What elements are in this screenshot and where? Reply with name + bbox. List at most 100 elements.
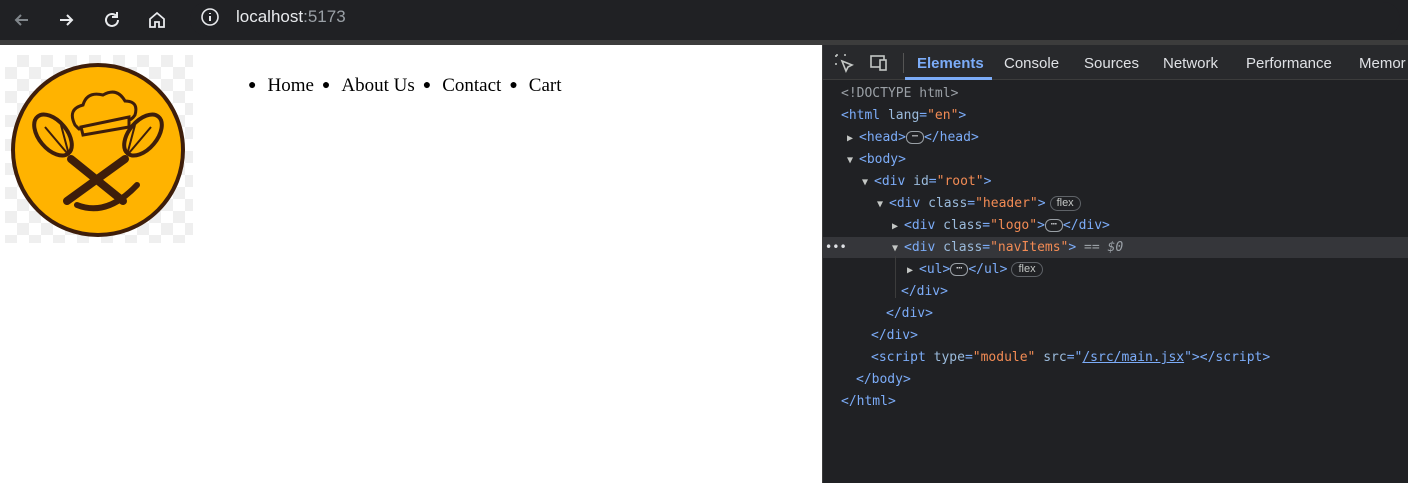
nav-label[interactable]: Contact bbox=[442, 75, 501, 97]
nav-item-contact[interactable]: ● Contact bbox=[423, 75, 502, 97]
collapsed-ellipsis[interactable]: ⋯ bbox=[950, 263, 969, 276]
dom-node-script[interactable]: <script type="module" src="/src/main.jsx… bbox=[823, 347, 1408, 368]
nav-label[interactable]: About Us bbox=[341, 75, 414, 97]
expand-triangle-icon[interactable]: ▶ bbox=[892, 216, 904, 237]
tag-name: script bbox=[1215, 350, 1263, 365]
bullet-icon: ● bbox=[248, 78, 257, 93]
dom-node-header[interactable]: ▼ <div class="header"> flex bbox=[823, 193, 1408, 214]
browser-toolbar: localhost:5173 bbox=[0, 0, 1408, 40]
tab-performance[interactable]: Performance bbox=[1246, 55, 1332, 72]
chef-whisk-logo-icon bbox=[11, 63, 185, 237]
collapsed-ellipsis[interactable]: ⋯ bbox=[905, 131, 924, 144]
dom-node-root-close[interactable]: </div> bbox=[823, 325, 1408, 346]
tag-name: body bbox=[871, 372, 903, 387]
tag-name: div bbox=[916, 284, 941, 299]
tag-name: div bbox=[881, 174, 906, 189]
tag-name: div bbox=[901, 306, 926, 321]
address-bar[interactable] bbox=[190, 2, 1400, 36]
tag-name: body bbox=[866, 152, 899, 167]
url-host: localhost bbox=[236, 7, 304, 26]
dom-node-navitems-close[interactable]: </div> bbox=[823, 281, 1408, 302]
nav-label[interactable]: Cart bbox=[529, 75, 562, 97]
attr-name: class bbox=[928, 196, 968, 211]
flex-badge[interactable]: flex bbox=[1049, 196, 1081, 211]
dom-node-root[interactable]: ▼ <div id="root"> bbox=[823, 171, 1408, 192]
tag-name: div bbox=[911, 218, 936, 233]
home-button[interactable] bbox=[143, 6, 171, 34]
flex-badge[interactable]: flex bbox=[1011, 262, 1043, 277]
logo bbox=[5, 55, 193, 243]
tag-name: script bbox=[878, 350, 926, 365]
indent-guide bbox=[895, 256, 896, 298]
attr-value: "logo" bbox=[990, 218, 1038, 233]
expand-triangle-icon[interactable]: ▶ bbox=[847, 128, 859, 149]
device-toolbar-icon[interactable] bbox=[867, 52, 889, 74]
tag-name: div bbox=[896, 196, 921, 211]
dom-node-head[interactable]: ▶ <head> ⋯ </head> bbox=[823, 127, 1408, 148]
selected-marker: == $0 bbox=[1084, 240, 1124, 255]
dom-node-html-close[interactable]: </html> bbox=[823, 391, 1408, 412]
tag-name: div bbox=[1078, 218, 1103, 233]
dom-node-body-close[interactable]: </body> bbox=[823, 369, 1408, 390]
attr-name: id bbox=[913, 174, 929, 189]
tag-name: html bbox=[848, 108, 881, 123]
attr-name: class bbox=[943, 218, 983, 233]
attr-value: "module" bbox=[972, 350, 1036, 365]
tag-name: head bbox=[866, 130, 899, 145]
attr-value: "navItems" bbox=[990, 240, 1069, 255]
reload-button[interactable] bbox=[98, 6, 126, 34]
collapse-triangle-icon[interactable]: ▼ bbox=[862, 172, 874, 193]
attr-value: "header" bbox=[975, 196, 1038, 211]
nav-item-home[interactable]: ● Home bbox=[248, 75, 314, 97]
nav-item-cart[interactable]: ● Cart bbox=[509, 75, 561, 97]
url-port: :5173 bbox=[303, 7, 346, 26]
tab-sources[interactable]: Sources bbox=[1084, 55, 1139, 72]
tab-network[interactable]: Network bbox=[1163, 55, 1218, 72]
site-info-icon[interactable] bbox=[200, 7, 220, 27]
tab-elements[interactable]: Elements bbox=[917, 55, 984, 72]
dom-node-navitems[interactable]: ••• ▼ <div class="navItems"> == $0 bbox=[823, 237, 1408, 258]
tag-name: div bbox=[886, 328, 911, 343]
bullet-icon: ● bbox=[321, 78, 331, 93]
attr-name: src bbox=[1043, 350, 1067, 365]
nav-item-about[interactable]: ● About Us bbox=[322, 75, 415, 97]
row-actions-icon[interactable]: ••• bbox=[825, 237, 847, 258]
attr-name: class bbox=[943, 240, 983, 255]
expand-triangle-icon[interactable]: ▶ bbox=[907, 260, 919, 281]
page-viewport: ● Home ● About Us ● Contact ● Cart bbox=[0, 45, 822, 483]
collapse-triangle-icon[interactable]: ▼ bbox=[847, 150, 859, 171]
home-icon bbox=[149, 11, 165, 28]
attr-value: "en" bbox=[927, 108, 959, 123]
dom-node-doctype[interactable]: <!DOCTYPE html> bbox=[823, 83, 1408, 104]
bullet-icon: ● bbox=[509, 78, 518, 93]
attr-name: type bbox=[933, 350, 965, 365]
dom-node-header-close[interactable]: </div> bbox=[823, 303, 1408, 324]
back-button[interactable] bbox=[8, 6, 36, 34]
url-text[interactable]: localhost:5173 bbox=[236, 7, 346, 27]
attr-value: "root" bbox=[936, 174, 984, 189]
arrow-left-icon bbox=[14, 14, 28, 26]
dom-node-body[interactable]: ▼ <body> bbox=[823, 149, 1408, 170]
collapse-triangle-icon[interactable]: ▼ bbox=[892, 238, 904, 259]
collapsed-ellipsis[interactable]: ⋯ bbox=[1044, 219, 1063, 232]
tag-name: div bbox=[911, 240, 936, 255]
tab-separator bbox=[903, 53, 904, 73]
dom-node-logo[interactable]: ▶ <div class="logo"> ⋯ </div> bbox=[823, 215, 1408, 236]
doctype-text: <!DOCTYPE html> bbox=[841, 86, 959, 101]
dom-node-html[interactable]: <html lang="en"> bbox=[823, 105, 1408, 126]
tab-memory[interactable]: Memor bbox=[1359, 55, 1406, 72]
devtools-panel: Elements Console Sources Network Perform… bbox=[822, 45, 1408, 483]
arrow-right-icon bbox=[60, 14, 74, 26]
bullet-icon: ● bbox=[422, 78, 432, 93]
script-src-link[interactable]: /src/main.jsx bbox=[1082, 350, 1184, 365]
collapse-triangle-icon[interactable]: ▼ bbox=[877, 194, 889, 215]
reload-icon bbox=[105, 12, 119, 27]
tag-name: head bbox=[939, 130, 971, 145]
forward-button[interactable] bbox=[52, 6, 80, 34]
tag-name: ul bbox=[926, 262, 943, 277]
nav-label[interactable]: Home bbox=[267, 75, 313, 97]
attr-name: lang bbox=[887, 108, 920, 123]
dom-node-ul[interactable]: ▶ <ul> ⋯ </ul> flex bbox=[823, 259, 1408, 280]
inspect-element-icon[interactable] bbox=[833, 52, 855, 74]
tab-console[interactable]: Console bbox=[1004, 55, 1059, 72]
